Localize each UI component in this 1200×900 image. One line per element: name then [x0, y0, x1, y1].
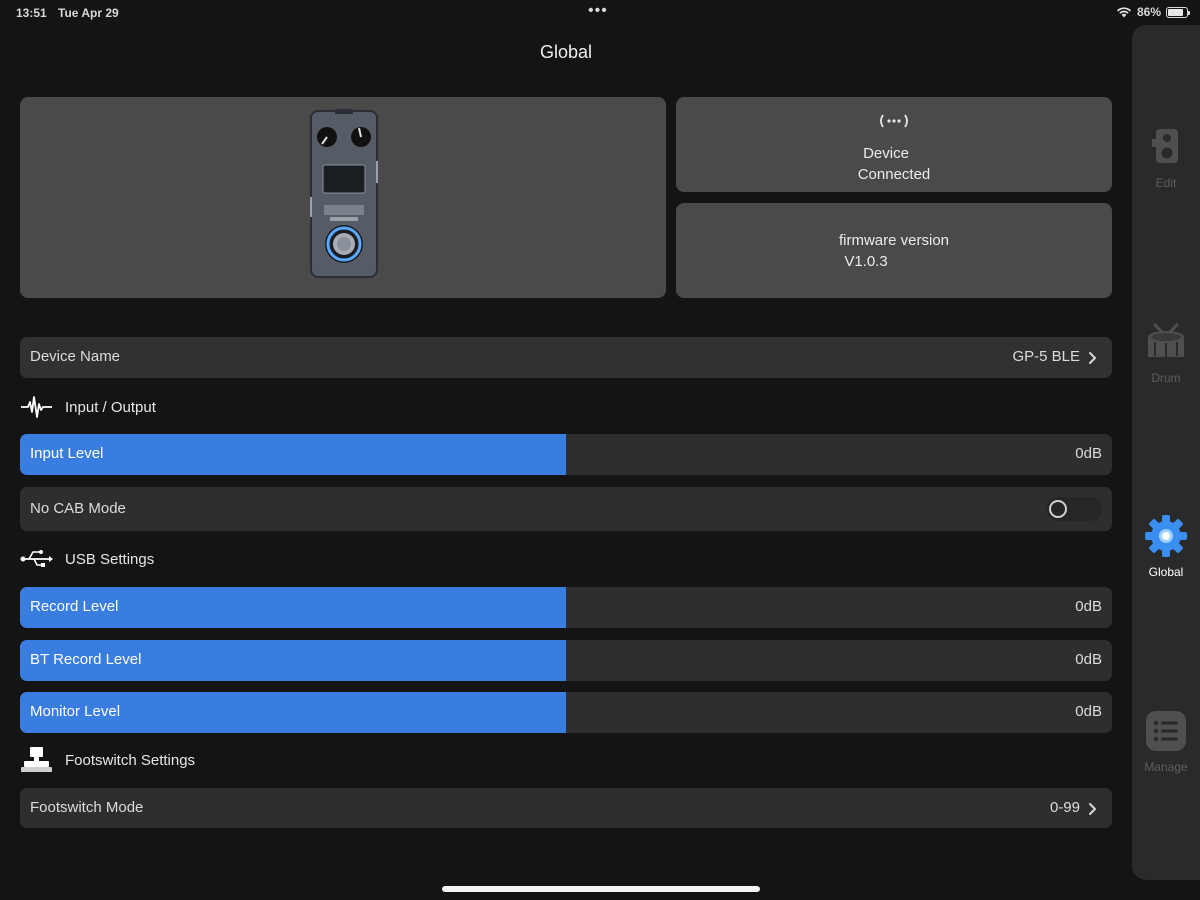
gear-icon: [1145, 515, 1187, 557]
chevron-right-icon: [1089, 803, 1096, 815]
footswitch-icon: [20, 746, 53, 774]
footswitch-mode-value: 0-99: [1049, 799, 1080, 816]
status-bar: 13:51 Tue Apr 29 ••• 86%: [0, 0, 1200, 24]
device-status-value: Connected: [857, 166, 931, 183]
device-name-row[interactable]: Device Name GP-5 BLE: [20, 337, 1112, 378]
bt-record-level-label: BT Record Level: [30, 651, 142, 668]
connection-status-card: Device Connected: [676, 97, 1112, 192]
no-cab-mode-label: No CAB Mode: [30, 500, 126, 517]
status-date: Tue Apr 29: [58, 6, 119, 20]
tab-drum[interactable]: Drum: [1132, 320, 1200, 385]
page-title: Global: [539, 42, 593, 62]
more-dots-icon[interactable]: •••: [588, 2, 608, 20]
tab-drum-label: Drum: [1151, 371, 1181, 385]
toggle-knob: [1049, 500, 1067, 518]
section-title-input-output: Input / Output: [65, 398, 156, 416]
device-image-card: [20, 97, 666, 298]
bt-record-level-slider[interactable]: BT Record Level 0dB: [20, 640, 1112, 681]
battery-percent: 86%: [1136, 5, 1161, 19]
chevron-right-icon: [1089, 352, 1096, 364]
usb-icon: [20, 545, 53, 573]
bt-record-level-value: 0dB: [1075, 651, 1102, 668]
section-title-usb-settings: USB Settings: [65, 550, 155, 568]
input-level-slider[interactable]: Input Level 0dB: [20, 434, 1112, 475]
drum-icon: [1148, 322, 1184, 357]
section-title-footswitch-settings: Footswitch Settings: [65, 751, 196, 769]
record-level-slider[interactable]: Record Level 0dB: [20, 587, 1112, 628]
pedal-icon: [1152, 129, 1178, 163]
section-footswitch-settings: Footswitch Settings: [20, 745, 195, 775]
pedal-image: [310, 109, 378, 278]
tab-edit-label: Edit: [1155, 176, 1177, 190]
input-level-value: 0dB: [1075, 445, 1102, 462]
no-cab-mode-toggle[interactable]: [1046, 497, 1102, 521]
record-level-value: 0dB: [1075, 598, 1102, 615]
device-name-value: GP-5 BLE: [1012, 348, 1080, 365]
firmware-value: V1.0.3: [844, 253, 888, 270]
firmware-card: firmware version V1.0.3: [676, 203, 1112, 298]
input-level-label: Input Level: [30, 445, 104, 462]
status-indicators: 86%: [1116, 5, 1190, 19]
waveform-icon: [20, 393, 53, 421]
footswitch-mode-row[interactable]: Footswitch Mode 0-99: [20, 788, 1112, 828]
tab-manage-label: Manage: [1144, 760, 1188, 774]
tab-manage[interactable]: Manage: [1132, 709, 1200, 774]
list-icon: [1146, 711, 1186, 751]
record-level-label: Record Level: [30, 598, 119, 615]
section-input-output: Input / Output: [20, 392, 156, 422]
section-usb-settings: USB Settings: [20, 544, 154, 574]
tab-global-label: Global: [1148, 565, 1184, 579]
footswitch-mode-label: Footswitch Mode: [30, 799, 144, 816]
no-cab-mode-row: No CAB Mode: [20, 487, 1112, 531]
home-indicator[interactable]: [442, 886, 760, 892]
device-name-label: Device Name: [30, 348, 121, 365]
bluetooth-signal-icon: [880, 114, 908, 128]
monitor-level-value: 0dB: [1075, 703, 1102, 720]
tab-edit[interactable]: Edit: [1132, 125, 1200, 190]
device-status-label: Device: [863, 145, 909, 162]
status-time: 13:51: [16, 6, 47, 20]
battery-level: [1168, 8, 1184, 16]
monitor-level-slider[interactable]: Monitor Level 0dB: [20, 692, 1112, 733]
firmware-label: firmware version: [838, 232, 950, 249]
tab-bar: Edit Drum Global Manage: [1132, 25, 1200, 880]
wifi-icon: [1116, 7, 1131, 18]
tab-global[interactable]: Global: [1132, 514, 1200, 579]
battery-icon: [1166, 6, 1190, 18]
monitor-level-label: Monitor Level: [30, 703, 121, 720]
